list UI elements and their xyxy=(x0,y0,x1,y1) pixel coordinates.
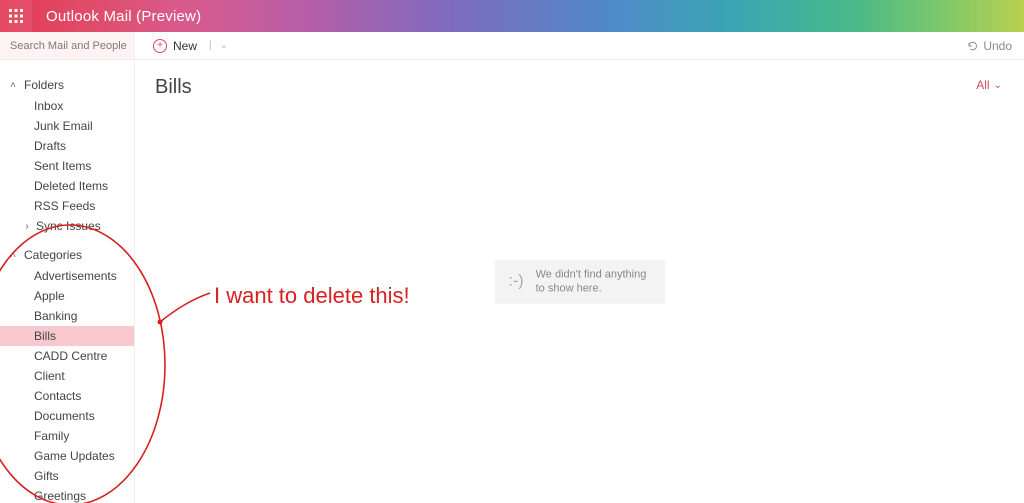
chevron-right-icon: › xyxy=(22,221,32,232)
category-item[interactable]: Gifts xyxy=(0,466,134,486)
folder-item[interactable]: Junk Email xyxy=(0,116,134,136)
app-launcher-button[interactable] xyxy=(0,0,32,32)
category-item[interactable]: Contacts xyxy=(0,386,134,406)
category-item[interactable]: Advertisements xyxy=(0,266,134,286)
search-input[interactable] xyxy=(10,40,152,52)
folder-item[interactable]: Inbox xyxy=(0,96,134,116)
filter-label: All xyxy=(976,78,989,92)
folder-item[interactable]: Sent Items xyxy=(0,156,134,176)
toolbar: + New | ⌄ Undo xyxy=(135,32,1024,59)
app-title: Outlook Mail (Preview) xyxy=(46,8,201,25)
undo-icon xyxy=(966,40,978,52)
filter-dropdown[interactable]: All ⌄ xyxy=(976,78,1002,92)
new-split-divider: | xyxy=(209,40,212,51)
toolbar-row: + New | ⌄ Undo xyxy=(0,32,1024,60)
empty-text: We didn't find anything to show here. xyxy=(536,267,651,296)
category-item[interactable]: Banking xyxy=(0,306,134,326)
category-item[interactable]: Bills xyxy=(0,326,134,346)
folders-label: Folders xyxy=(24,78,64,92)
category-item[interactable]: Game Updates xyxy=(0,446,134,466)
folder-item[interactable]: RSS Feeds xyxy=(0,196,134,216)
category-item[interactable]: CADD Centre xyxy=(0,346,134,366)
chevron-down-icon[interactable]: ⌄ xyxy=(220,40,228,51)
category-item[interactable]: Greetings xyxy=(0,486,134,503)
body: ˄ Folders InboxJunk EmailDraftsSent Item… xyxy=(0,60,1024,503)
folder-item[interactable]: Deleted Items xyxy=(0,176,134,196)
category-item[interactable]: Client xyxy=(0,366,134,386)
categories-header[interactable]: ˄ Categories xyxy=(0,244,134,266)
sidebar: ˄ Folders InboxJunk EmailDraftsSent Item… xyxy=(0,60,135,503)
category-item[interactable]: Documents xyxy=(0,406,134,426)
folder-item[interactable]: › Sync Issues xyxy=(0,216,134,236)
new-button[interactable]: + New | ⌄ xyxy=(153,39,228,53)
categories-label: Categories xyxy=(24,248,82,262)
folder-label: Sync Issues xyxy=(36,219,101,233)
folders-header[interactable]: ˄ Folders xyxy=(0,74,134,96)
page-title: Bills xyxy=(155,76,1004,99)
waffle-icon xyxy=(8,8,24,24)
category-item[interactable]: Family xyxy=(0,426,134,446)
smiley-icon: :-) xyxy=(509,273,524,291)
chevron-down-icon: ⌄ xyxy=(994,80,1002,91)
folder-item[interactable]: Drafts xyxy=(0,136,134,156)
app-header: Outlook Mail (Preview) xyxy=(0,0,1024,32)
empty-state: :-) We didn't find anything to show here… xyxy=(495,259,665,304)
search-container xyxy=(0,32,135,59)
categories-list: AdvertisementsAppleBankingBillsCADD Cent… xyxy=(0,266,134,503)
category-item[interactable]: Apple xyxy=(0,286,134,306)
new-label: New xyxy=(173,39,197,53)
chevron-up-icon: ˄ xyxy=(8,80,18,91)
plus-icon: + xyxy=(153,39,167,53)
undo-button[interactable]: Undo xyxy=(966,39,1012,53)
main-pane: Bills All ⌄ :-) We didn't find anything … xyxy=(135,60,1024,503)
chevron-up-icon: ˄ xyxy=(8,250,18,261)
undo-label: Undo xyxy=(983,39,1012,53)
folders-list: InboxJunk EmailDraftsSent ItemsDeleted I… xyxy=(0,96,134,236)
